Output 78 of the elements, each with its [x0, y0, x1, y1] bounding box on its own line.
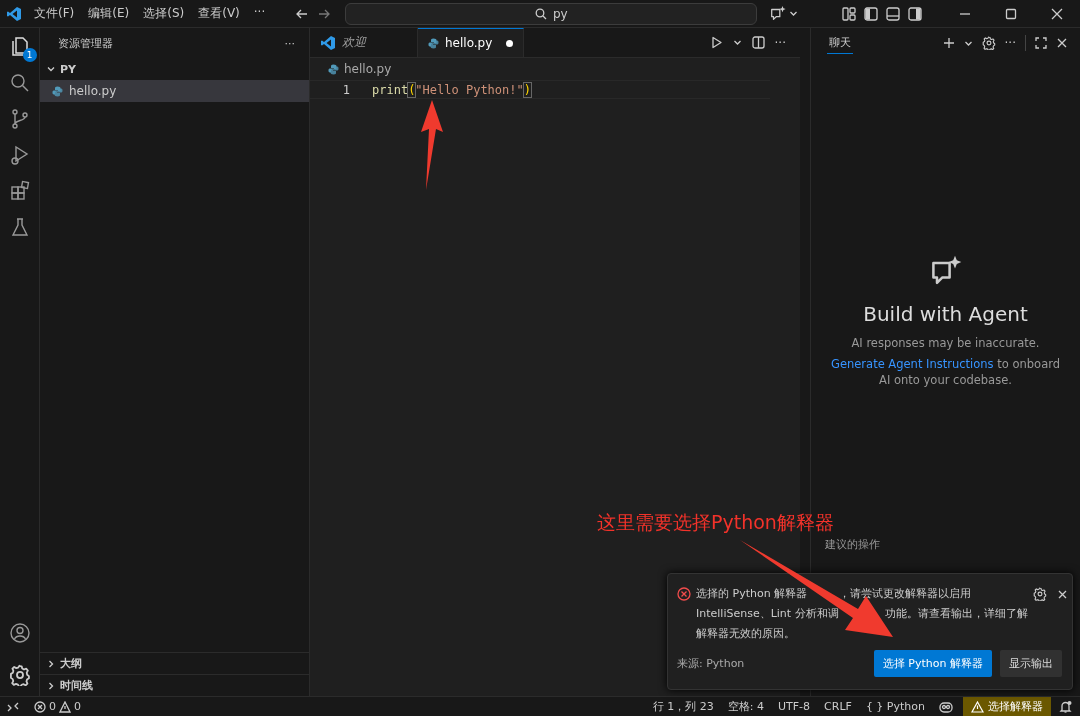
- layout-icon[interactable]: [842, 6, 856, 21]
- menu-item[interactable]: ···: [247, 3, 272, 24]
- menu-item[interactable]: 选择(S): [137, 3, 191, 24]
- python-file-icon: [52, 85, 63, 97]
- notification-badge: 1: [22, 48, 37, 62]
- maximize-icon[interactable]: [1035, 37, 1047, 49]
- sidebar-title: 资源管理器: [58, 35, 113, 51]
- search-field[interactable]: py: [345, 2, 758, 25]
- file-item[interactable]: hello.py: [40, 80, 309, 102]
- select-interpreter-status[interactable]: 选择解释器: [963, 696, 1051, 716]
- chevron-right-icon[interactable]: [46, 658, 56, 669]
- run-debug-icon[interactable]: [8, 144, 31, 166]
- status-item[interactable]: { } Python: [865, 700, 925, 713]
- close-icon[interactable]: [1056, 37, 1068, 49]
- caret-down-icon[interactable]: [732, 38, 742, 47]
- search-icon[interactable]: [8, 72, 31, 94]
- notification-text: IntelliSense、Lint 分析和调: [696, 606, 839, 622]
- status-item[interactable]: 行 1，列 23: [652, 699, 714, 714]
- vscode-logo-icon: [6, 5, 22, 22]
- problems-status[interactable]: 0 0: [26, 700, 89, 713]
- menu-item[interactable]: 查看(V): [192, 3, 246, 24]
- account-icon[interactable]: [8, 622, 31, 644]
- notification-text: 选择的 Python 解释器: [696, 586, 808, 602]
- run-icon[interactable]: [709, 36, 723, 49]
- chat-heading: Build with Agent: [863, 302, 1028, 326]
- search-icon: [534, 7, 547, 20]
- bell-icon[interactable]: [1059, 700, 1072, 713]
- maximize-window-icon[interactable]: [1005, 7, 1017, 20]
- suggested-actions-label: 建议的操作: [825, 538, 881, 552]
- caret-down-icon[interactable]: [789, 9, 799, 18]
- status-item[interactable]: UTF-8: [778, 700, 811, 713]
- warning-icon: [971, 700, 984, 713]
- extensions-icon[interactable]: [8, 180, 31, 202]
- toggle-panel-icon[interactable]: [886, 6, 900, 21]
- close-icon[interactable]: [1051, 7, 1063, 20]
- status-item[interactable]: 空格: 4: [727, 699, 764, 714]
- remote-icon[interactable]: [7, 700, 19, 713]
- notification-text: 功能。请查看输出，详细了解: [884, 606, 1028, 622]
- more-actions-button[interactable]: ···: [284, 36, 295, 50]
- notification-text: 解释器无效的原因。: [696, 626, 795, 642]
- notification-source: 来源: Python: [677, 656, 745, 671]
- toggle-sidebar-icon[interactable]: [864, 6, 878, 21]
- menu-item[interactable]: 文件(F): [28, 3, 81, 24]
- onboarding-text: Generate Agent Instructions to onboard AI onto your codebase.: [830, 356, 1061, 388]
- warning-icon: [59, 700, 71, 713]
- more-actions-button[interactable]: ···: [774, 35, 786, 50]
- line-number: 1: [341, 82, 351, 97]
- status-item[interactable]: CRLF: [824, 700, 852, 713]
- section-header[interactable]: 时间线: [60, 678, 93, 693]
- error-icon: [34, 700, 46, 713]
- python-file-icon: [328, 63, 339, 75]
- settings-icon[interactable]: [8, 664, 31, 686]
- breadcrumb[interactable]: hello.py: [310, 58, 800, 80]
- settings-icon[interactable]: [981, 36, 996, 50]
- primary-button[interactable]: 选择 Python 解释器: [873, 650, 992, 677]
- settings-icon[interactable]: [1032, 587, 1047, 601]
- split-editor-icon[interactable]: [751, 36, 765, 49]
- unsaved-dot: [506, 39, 513, 47]
- chat-tab[interactable]: 聊天: [827, 32, 853, 54]
- generate-instructions-link[interactable]: Generate Agent Instructions: [831, 357, 994, 371]
- chevron-down-icon[interactable]: [46, 64, 56, 74]
- more-actions-button[interactable]: ···: [1004, 36, 1016, 50]
- editor-tab[interactable]: hello.py: [418, 28, 524, 57]
- folder-label[interactable]: PY: [60, 62, 77, 76]
- menu-item[interactable]: 编辑(E): [82, 3, 136, 24]
- close-icon[interactable]: [1056, 588, 1068, 600]
- annotation-text: 这里需要选择Python解释器: [597, 510, 834, 535]
- python-file-icon: [428, 37, 439, 49]
- disclaimer-text: AI responses may be inaccurate.: [851, 336, 1040, 350]
- secondary-button[interactable]: 显示输出: [1000, 650, 1062, 677]
- notification-text: ，请尝试更改解释器以启用: [839, 586, 972, 602]
- section-header[interactable]: 大纲: [60, 656, 82, 671]
- code-line: print("Hello Python!"): [372, 82, 531, 97]
- toggle-secondary-sidebar-icon[interactable]: [908, 6, 922, 21]
- chevron-right-icon[interactable]: [46, 680, 56, 691]
- vscode-logo-icon: [320, 34, 336, 51]
- plus-icon[interactable]: [942, 37, 955, 49]
- copilot-icon[interactable]: [939, 700, 953, 713]
